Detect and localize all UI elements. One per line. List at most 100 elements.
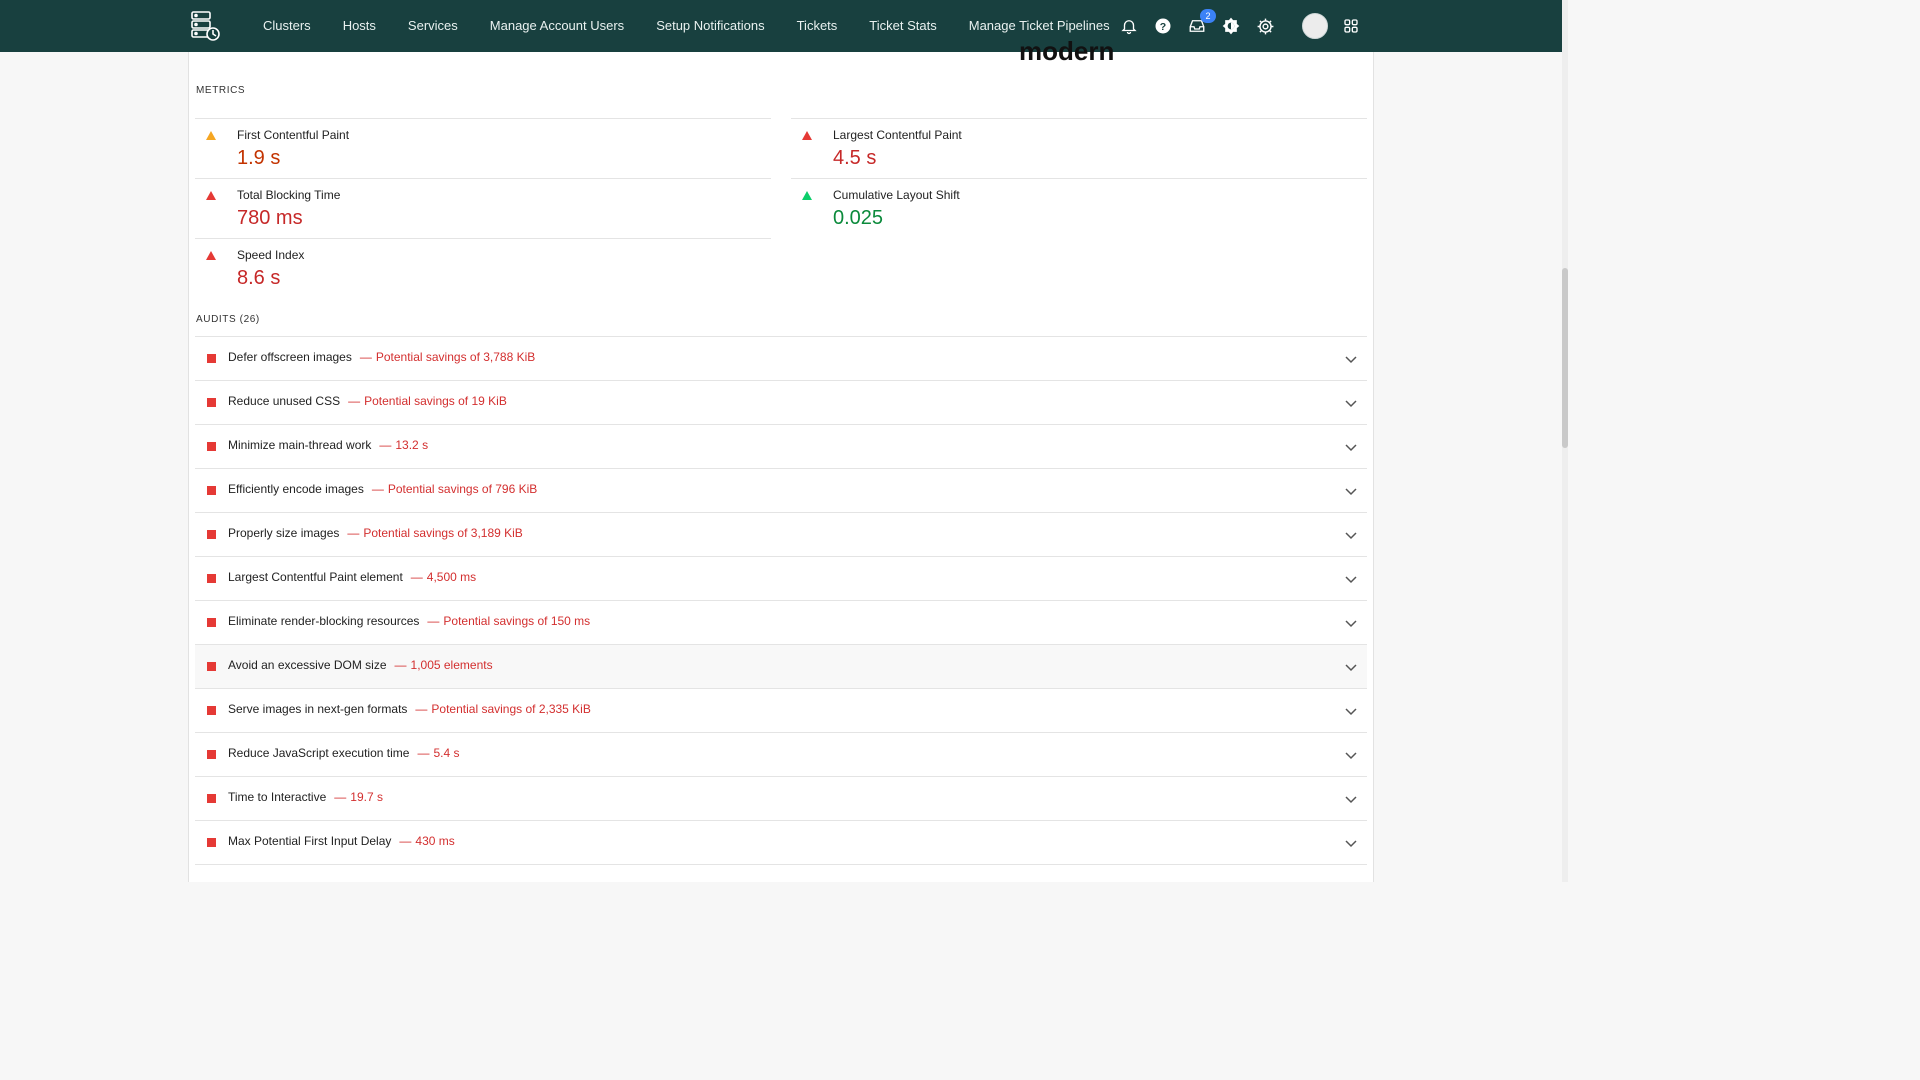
nav-link-tickets[interactable]: Tickets	[781, 0, 854, 52]
audit-text: Properly size images — Potential savings o…	[228, 526, 523, 540]
metric-value: 1.9 s	[237, 147, 281, 169]
metric-row: Total Blocking Time 780 ms	[195, 178, 771, 238]
nav-link-manage-account-users[interactable]: Manage Account Users	[474, 0, 640, 52]
chevron-down-icon[interactable]	[1345, 659, 1357, 677]
audit-detail: 13.2 s	[395, 438, 429, 452]
audits-bottom-divider	[195, 864, 1367, 865]
chevron-down-icon[interactable]	[1345, 527, 1357, 545]
page-scrollbar[interactable]	[1562, 0, 1568, 882]
nav-link-clusters[interactable]: Clusters	[247, 0, 327, 52]
metric-name: First Contentful Paint	[237, 128, 350, 142]
chevron-down-icon[interactable]	[1345, 439, 1357, 457]
audit-fail-square-icon	[207, 398, 216, 407]
audit-row[interactable]: Avoid an excessive DOM size —1,005 elemen…	[195, 644, 1367, 688]
metrics-left-column: First Contentful Paint 1.9 s Total Blockin…	[195, 118, 771, 298]
audit-detail: 4,500 ms	[426, 570, 477, 584]
metric-row: First Contentful Paint 1.9 s	[195, 118, 771, 178]
nav-link-hosts[interactable]: Hosts	[327, 0, 392, 52]
svg-text:?: ?	[1160, 21, 1166, 33]
audit-detail: 430 ms	[415, 834, 455, 848]
audit-text: Largest Contentful Paint element —4,500 m…	[228, 570, 476, 584]
chevron-down-icon[interactable]	[1345, 703, 1357, 721]
audit-title: Properly size images	[228, 526, 340, 540]
audit-row[interactable]: Serve images in next-gen formats — Potenti…	[195, 688, 1367, 732]
metrics-label: METRICS	[196, 85, 246, 96]
audit-title: Minimize main-thread work	[228, 438, 372, 452]
audits-list: Defer offscreen images — Potential savings…	[195, 336, 1367, 865]
chevron-down-icon[interactable]	[1345, 351, 1357, 369]
audit-separator: —	[415, 702, 428, 716]
audit-separator: —	[347, 526, 360, 540]
audit-title: Defer offscreen images	[228, 350, 352, 364]
audit-row[interactable]: Defer offscreen images — Potential savings…	[195, 336, 1367, 380]
nav-link-setup-notifications[interactable]: Setup Notifications	[640, 0, 780, 52]
help-icon[interactable]: ?	[1150, 13, 1176, 39]
scrollbar-thumb[interactable]	[1562, 268, 1568, 448]
top-navbar: Clusters Hosts Services Manage Account User…	[0, 0, 1562, 52]
audit-fail-square-icon	[207, 530, 216, 539]
chevron-down-icon[interactable]	[1345, 791, 1357, 809]
nav-icon-group: ? 2	[1116, 0, 1372, 52]
audit-detail: Potential savings of 2,335 KiB	[431, 702, 591, 716]
audit-title: Serve images in next-gen formats	[228, 702, 408, 716]
report-panel: modern METRICS First Contentful Paint 1.9…	[188, 40, 1374, 882]
audit-title: Avoid an excessive DOM size	[228, 658, 387, 672]
metric-value: 780 ms	[237, 207, 303, 229]
metric-row: Cumulative Layout Shift 0.025	[791, 178, 1367, 238]
audit-text: Avoid an excessive DOM size —1,005 elemen…	[228, 658, 493, 672]
audit-text: Reduce unused CSS — Potential savings of 1…	[228, 394, 507, 408]
audits-label: AUDITS (26)	[196, 314, 260, 325]
notifications-bell-icon[interactable]	[1116, 13, 1142, 39]
metric-status-triangle-icon	[206, 131, 216, 140]
audit-separator: —	[348, 394, 361, 408]
inbox-icon[interactable]: 2	[1184, 9, 1216, 39]
audit-row[interactable]: Efficiently encode images — Potential savi…	[195, 468, 1367, 512]
metric-status-triangle-icon	[206, 251, 216, 260]
inbox-count-badge: 2	[1200, 9, 1216, 23]
chevron-down-icon[interactable]	[1345, 395, 1357, 413]
apps-grid-icon[interactable]	[1338, 13, 1364, 39]
audit-text: Minimize main-thread work —13.2 s	[228, 438, 428, 452]
audit-detail: 1,005 elements	[410, 658, 493, 672]
audit-fail-square-icon	[207, 486, 216, 495]
audit-text: Max Potential First Input Delay —430 ms	[228, 834, 455, 848]
nav-link-services[interactable]: Services	[392, 0, 474, 52]
audit-title: Efficiently encode images	[228, 482, 364, 496]
chevron-down-icon[interactable]	[1345, 747, 1357, 765]
audit-row[interactable]: Reduce JavaScript execution time —5.4 s	[195, 732, 1367, 776]
user-avatar[interactable]	[1302, 13, 1328, 39]
audit-row[interactable]: Largest Contentful Paint element —4,500 m…	[195, 556, 1367, 600]
audit-row[interactable]: Minimize main-thread work —13.2 s	[195, 424, 1367, 468]
partial-heading: modern	[1019, 40, 1115, 62]
audit-fail-square-icon	[207, 354, 216, 363]
audit-detail: Potential savings of 150 ms	[443, 614, 591, 628]
audit-separator: —	[399, 834, 412, 848]
settings-gear-icon[interactable]	[1252, 13, 1278, 39]
metric-value: 8.6 s	[237, 267, 281, 289]
audit-row[interactable]: Time to Interactive —19.7 s	[195, 776, 1367, 820]
audit-separator: —	[427, 614, 440, 628]
nav-link-ticket-stats[interactable]: Ticket Stats	[853, 0, 952, 52]
audit-row[interactable]: Max Potential First Input Delay —430 ms	[195, 820, 1367, 864]
audit-row[interactable]: Properly size images — Potential savings o…	[195, 512, 1367, 556]
audit-detail: Potential savings of 796 KiB	[387, 482, 538, 496]
chevron-down-icon[interactable]	[1345, 615, 1357, 633]
theme-toggle-icon[interactable]	[1218, 13, 1244, 39]
metrics-right-column: Largest Contentful Paint 4.5 s Cumulative …	[791, 118, 1367, 238]
app-logo-icon[interactable]	[188, 9, 222, 43]
audit-fail-square-icon	[207, 574, 216, 583]
audit-row[interactable]: Eliminate render-blocking resources — Pote…	[195, 600, 1367, 644]
chevron-down-icon[interactable]	[1345, 835, 1357, 853]
audit-title: Time to Interactive	[228, 790, 327, 804]
audit-fail-square-icon	[207, 750, 216, 759]
audit-separator: —	[394, 658, 407, 672]
audit-detail: Potential savings of 3,189 KiB	[363, 526, 523, 540]
audit-separator: —	[371, 482, 384, 496]
metric-name: Largest Contentful Paint	[833, 128, 962, 142]
metric-value: 4.5 s	[833, 147, 877, 169]
chevron-down-icon[interactable]	[1345, 571, 1357, 589]
audit-text: Serve images in next-gen formats — Potenti…	[228, 702, 591, 716]
chevron-down-icon[interactable]	[1345, 483, 1357, 501]
metric-name: Total Blocking Time	[237, 188, 341, 202]
audit-row[interactable]: Reduce unused CSS — Potential savings of 1…	[195, 380, 1367, 424]
